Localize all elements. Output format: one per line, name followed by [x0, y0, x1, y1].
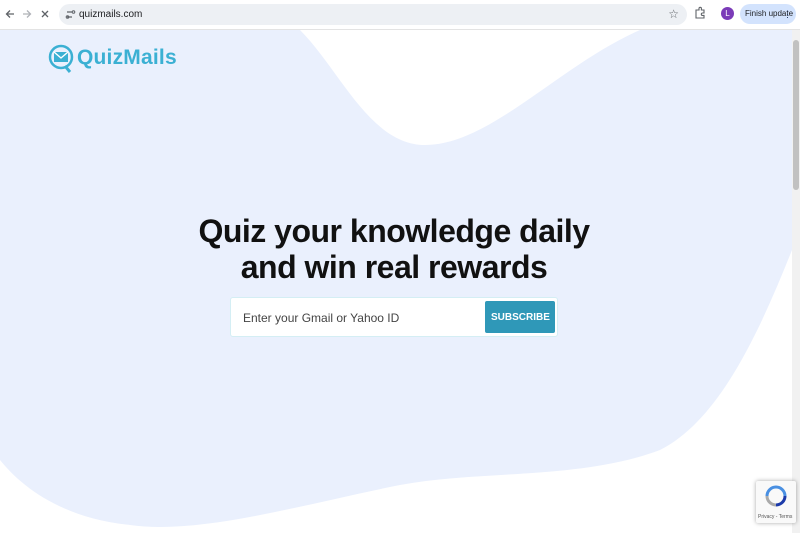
page-scrollbar[interactable]: [792, 30, 800, 533]
quizmails-logo[interactable]: QuizMails: [48, 43, 177, 73]
hero-headline: Quiz your knowledge daily and win real r…: [150, 213, 638, 285]
back-icon[interactable]: [2, 6, 18, 22]
subscribe-button[interactable]: SUBSCRIBE: [485, 301, 555, 333]
finish-update-button[interactable]: Finish update ⋮: [740, 4, 796, 24]
site-info-icon[interactable]: [64, 8, 76, 20]
extensions-icon[interactable]: [693, 6, 707, 20]
stop-loading-icon[interactable]: [37, 6, 53, 22]
headline-line-1: Quiz your knowledge daily: [198, 213, 590, 249]
headline-line-2: and win real rewards: [240, 249, 548, 285]
profile-avatar[interactable]: L: [721, 7, 734, 20]
forward-icon[interactable]: [19, 6, 35, 22]
email-input[interactable]: [241, 306, 485, 330]
logo-text: QuizMails: [77, 46, 177, 69]
recaptcha-icon: [765, 485, 787, 507]
recaptcha-badge[interactable]: Privacy - Terms: [756, 481, 796, 523]
address-bar[interactable]: quizmails.com ☆: [59, 4, 687, 25]
page-content: QuizMails Quiz your knowledge daily and …: [0, 30, 792, 533]
envelope-logo-icon: [48, 44, 74, 73]
subscribe-form: SUBSCRIBE: [230, 297, 558, 337]
bookmark-star-icon[interactable]: ☆: [668, 7, 679, 21]
recaptcha-links[interactable]: Privacy - Terms: [758, 514, 792, 520]
url-text: quizmails.com: [79, 9, 143, 20]
browser-toolbar: quizmails.com ☆ L Finish update ⋮: [0, 0, 800, 30]
menu-dots-icon[interactable]: ⋮: [783, 4, 792, 24]
scrollbar-thumb[interactable]: [793, 40, 799, 190]
